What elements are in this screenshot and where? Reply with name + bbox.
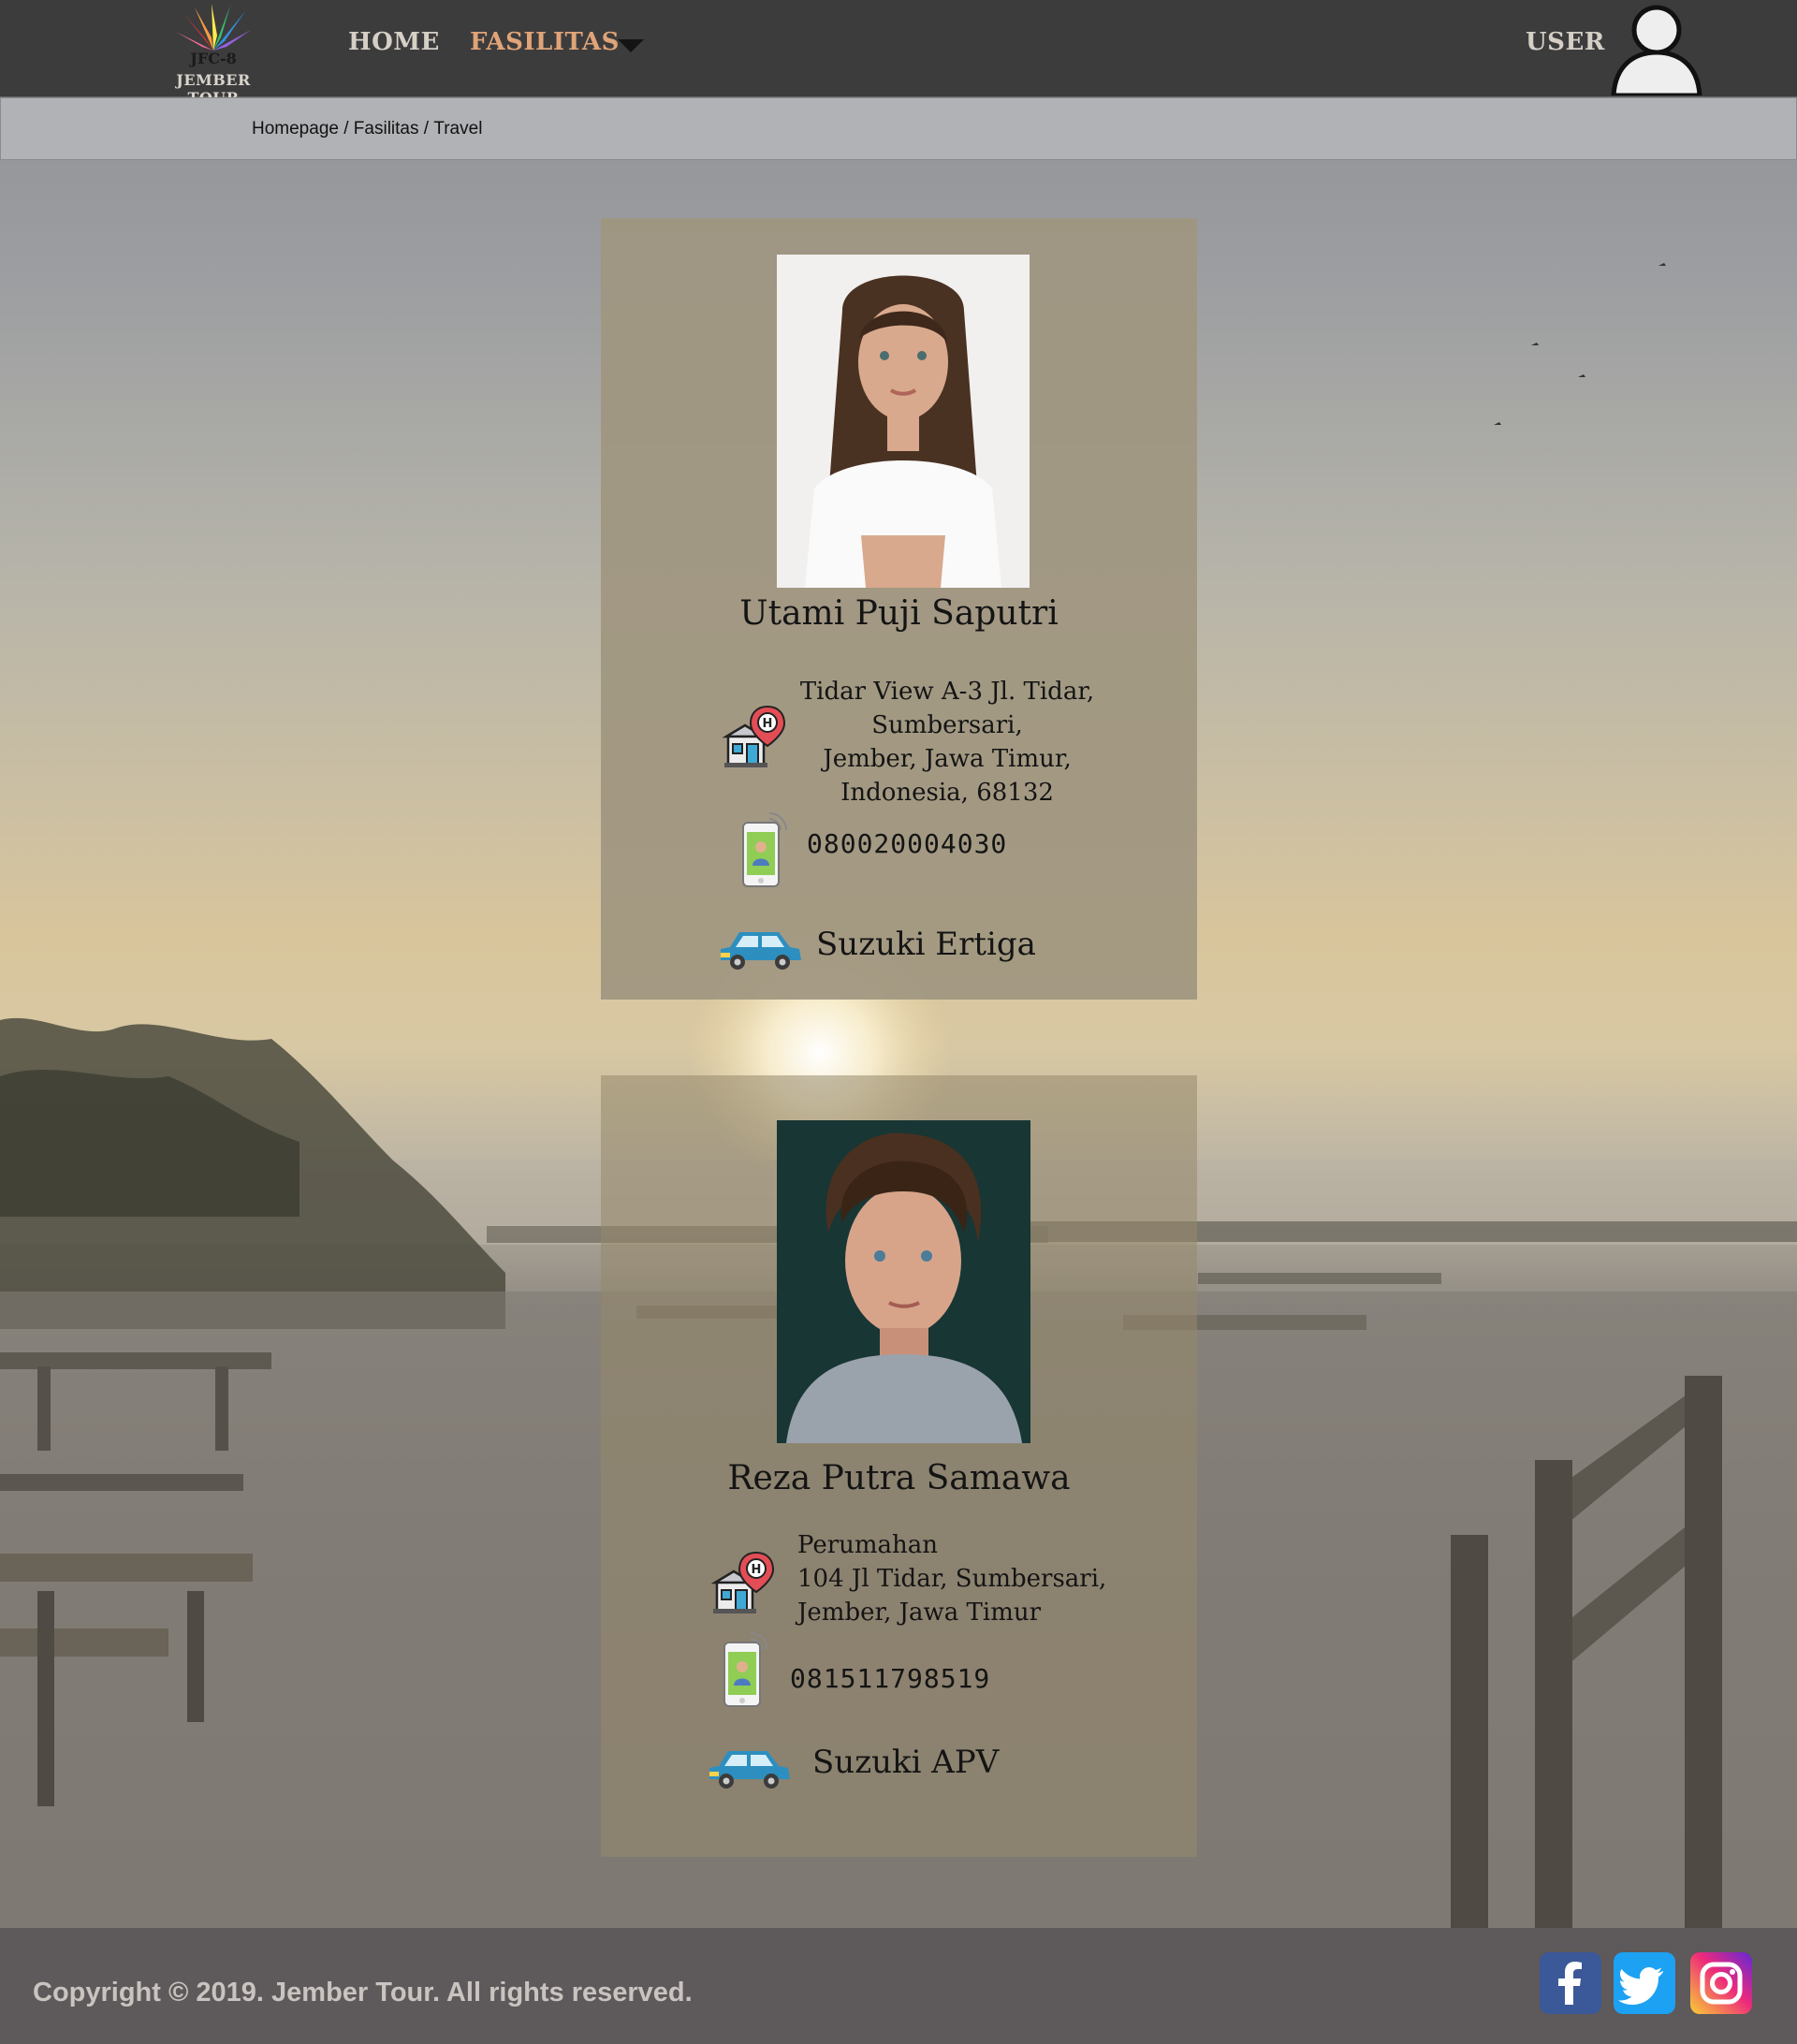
copyright-text: Copyright © 2019. Jember Tour. All right… [33, 1978, 693, 2008]
instagram-icon[interactable] [1690, 1952, 1752, 2014]
nav-fasilitas-link[interactable]: FASILITAS [470, 28, 620, 56]
driver-name: Utami Puji Saputri [739, 594, 1059, 633]
twitter-icon[interactable] [1614, 1952, 1675, 2014]
car-icon [708, 1744, 792, 1790]
logo-mark-text: JFC-8 [188, 50, 236, 67]
navbar: JFC-8 JEMBER TOUR HOME FASILITAS USER [0, 0, 1797, 107]
nav-home-link[interactable]: HOME [348, 28, 440, 56]
hotel-location-icon: H [721, 705, 786, 770]
breadcrumb-bar: Homepage / Fasilitas / Travel [0, 97, 1797, 160]
driver-name: Reza Putra Samawa [727, 1459, 1071, 1497]
driver-phone: 080020004030 [807, 828, 1008, 859]
breadcrumb-fasilitas[interactable]: Fasilitas [354, 119, 419, 139]
footer: Copyright © 2019. Jember Tour. All right… [0, 1928, 1797, 2044]
driver-address: Tidar View A-3 Jl. Tidar, Sumbersari, Je… [799, 678, 1095, 807]
hotel-location-icon: H [709, 1551, 775, 1616]
mobile-phone-icon [741, 808, 788, 888]
breadcrumb-separator: / [338, 119, 354, 139]
driver-card: Reza Putra Samawa H Perumahan 104 Jl Tid… [601, 1075, 1197, 1857]
driver-address: Perumahan 104 Jl Tidar, Sumbersari, Jemb… [797, 1531, 1107, 1627]
driver-photo [777, 1120, 1030, 1443]
breadcrumb-separator: / [418, 119, 434, 139]
driver-car: Suzuki Ertiga [816, 926, 1036, 963]
svg-text:H: H [752, 1563, 762, 1577]
driver-card: Utami Puji Saputri H Tidar View A-3 Jl. … [601, 218, 1197, 1000]
mobile-phone-icon [723, 1628, 769, 1708]
facebook-icon[interactable] [1540, 1952, 1601, 2014]
bird-logo-icon: JFC-8 [176, 4, 251, 67]
breadcrumb-travel: Travel [433, 119, 483, 139]
driver-phone: 081511798519 [790, 1663, 991, 1694]
driver-car: Suzuki APV [812, 1744, 1000, 1781]
car-icon [719, 925, 803, 971]
driver-photo [777, 255, 1030, 588]
svg-text:H: H [763, 717, 773, 731]
breadcrumb-homepage[interactable]: Homepage [252, 119, 339, 139]
nav-user-link[interactable]: USER [1526, 28, 1605, 56]
breadcrumb: Homepage / Fasilitas / Travel [252, 119, 482, 139]
jember-tour-logo[interactable]: JFC-8 JEMBER TOUR [148, 4, 279, 107]
user-avatar-icon[interactable] [1610, 2, 1703, 98]
dropdown-caret-icon[interactable] [618, 39, 644, 52]
